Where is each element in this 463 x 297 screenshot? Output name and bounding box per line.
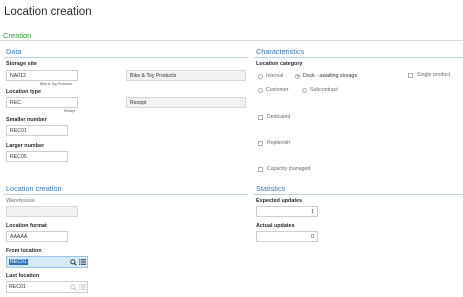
checkbox-box bbox=[408, 72, 413, 78]
replenish-label: Replenish bbox=[267, 140, 291, 146]
page-title: Location creation bbox=[4, 6, 92, 18]
statistics-panel-title: Statistics bbox=[256, 184, 286, 193]
location-type-label: Location type bbox=[6, 89, 42, 95]
radio-customer[interactable]: Customer bbox=[258, 87, 289, 93]
smaller-number-label: Smaller number bbox=[6, 117, 47, 123]
replenish-checkbox[interactable]: Replenish bbox=[258, 140, 290, 146]
from-location-field[interactable]: REC01 bbox=[6, 256, 88, 268]
storage-site-field[interactable]: NA012 bbox=[6, 70, 78, 81]
radio-subcontract-label: Subcontract bbox=[310, 87, 338, 93]
larger-number-label: Larger number bbox=[6, 143, 45, 149]
location-format-label: Location format bbox=[6, 223, 47, 229]
dedicated-label: Dedicated bbox=[267, 114, 291, 120]
radio-button-selected bbox=[295, 73, 300, 79]
capacity-managed-checkbox[interactable]: Capacity managed bbox=[258, 166, 310, 172]
capacity-managed-label: Capacity managed bbox=[267, 166, 311, 172]
radio-button bbox=[258, 87, 263, 93]
expected-updates-label: Expected updates bbox=[256, 198, 303, 204]
radio-customer-label: Customer bbox=[266, 87, 289, 93]
from-location-selected-text: REC01 bbox=[9, 259, 28, 265]
radio-internal[interactable]: Internal bbox=[258, 73, 283, 79]
location-creation-panel-divider bbox=[4, 194, 248, 195]
expected-updates-field: 1 bbox=[256, 206, 318, 217]
from-location-label: From location bbox=[6, 248, 42, 254]
characteristics-panel-title: Characteristics bbox=[256, 47, 305, 56]
checkbox-box bbox=[258, 166, 263, 172]
single-product-label: Single product bbox=[417, 72, 451, 78]
single-product-checkbox[interactable]: Single product bbox=[408, 72, 450, 78]
warehouse-label: Warehouse bbox=[6, 198, 35, 204]
location-type-subtitle: Recept bbox=[64, 109, 76, 113]
characteristics-panel-divider bbox=[254, 57, 463, 58]
last-location-label: Last location bbox=[6, 273, 40, 279]
smaller-number-field[interactable]: REC01 bbox=[6, 125, 68, 136]
location-creation-panel-title: Location creation bbox=[6, 184, 62, 193]
search-icon[interactable] bbox=[69, 283, 78, 291]
list-icon[interactable] bbox=[78, 284, 87, 290]
section-title: Creation bbox=[3, 31, 32, 40]
storage-site-description: Bike & Toy Products bbox=[126, 70, 246, 81]
storage-site-subtitle: Bike & Toy Products bbox=[40, 82, 73, 86]
location-category-label: Location category bbox=[256, 61, 303, 67]
radio-internal-label: Internal bbox=[266, 73, 284, 79]
location-type-field[interactable]: REC bbox=[6, 97, 78, 108]
actual-updates-label: Actual updates bbox=[256, 223, 295, 229]
statistics-panel-divider bbox=[254, 194, 463, 195]
from-location-value: REC01 bbox=[7, 259, 69, 265]
storage-site-label: Storage site bbox=[6, 61, 37, 67]
last-location-value: REC01 bbox=[9, 284, 26, 290]
search-icon[interactable] bbox=[69, 258, 78, 266]
last-location-field[interactable]: REC01 bbox=[6, 281, 88, 293]
checkbox-box bbox=[258, 114, 263, 120]
radio-dock-awaiting-storage[interactable]: Dock - awaiting storage bbox=[295, 73, 357, 79]
warehouse-field bbox=[6, 206, 78, 217]
radio-dock-label: Dock - awaiting storage bbox=[303, 73, 358, 79]
data-panel-divider bbox=[4, 57, 248, 58]
actual-updates-field: 0 bbox=[256, 231, 318, 242]
location-type-description: Recept bbox=[126, 97, 246, 108]
location-format-field[interactable]: AAAAA bbox=[6, 231, 68, 242]
dedicated-checkbox[interactable]: Dedicated bbox=[258, 114, 290, 120]
radio-button bbox=[302, 87, 307, 93]
list-icon[interactable] bbox=[78, 259, 87, 265]
radio-button bbox=[258, 73, 263, 79]
data-panel-title: Data bbox=[6, 47, 22, 56]
checkbox-box bbox=[258, 140, 263, 146]
larger-number-field[interactable]: REC05 bbox=[6, 151, 68, 162]
radio-subcontract[interactable]: Subcontract bbox=[302, 87, 338, 93]
section-divider bbox=[0, 40, 463, 41]
